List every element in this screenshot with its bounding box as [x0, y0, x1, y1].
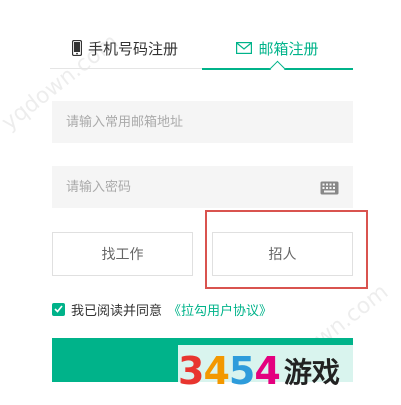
brand-watermark: 3454 游戏 [178, 345, 396, 397]
watermark-digit: 4 [254, 349, 280, 393]
agree-checkbox[interactable] [52, 302, 65, 316]
keyboard-icon[interactable] [320, 180, 339, 195]
agreement-text: 我已阅读并同意 [71, 303, 163, 319]
user-agreement-link[interactable]: 《拉勾用户协议》 [168, 300, 272, 319]
agreement-row: 我已阅读并同意 《拉勾用户协议》 [52, 300, 272, 319]
highlight-annotation-box [205, 210, 368, 289]
watermark-digit: 3 [178, 349, 204, 393]
find-job-button[interactable]: 找工作 [52, 232, 193, 276]
tab-email-label: 邮箱注册 [258, 39, 319, 58]
envelope-icon [236, 42, 253, 54]
mobile-phone-icon [71, 40, 82, 56]
watermark-number: 3454 [178, 349, 281, 393]
email-input[interactable] [52, 101, 353, 143]
watermark-text: 游戏 [283, 356, 340, 389]
password-input[interactable] [52, 166, 353, 208]
tab-phone-label: 手机号码注册 [87, 39, 178, 58]
check-icon [54, 305, 63, 313]
tab-phone-register[interactable]: 手机号码注册 [50, 28, 200, 68]
watermark-digit: 4 [203, 349, 229, 393]
watermark-digit: 5 [228, 349, 255, 393]
register-tabs: 手机号码注册 邮箱注册 [50, 28, 353, 77]
find-job-label: 找工作 [101, 247, 144, 263]
